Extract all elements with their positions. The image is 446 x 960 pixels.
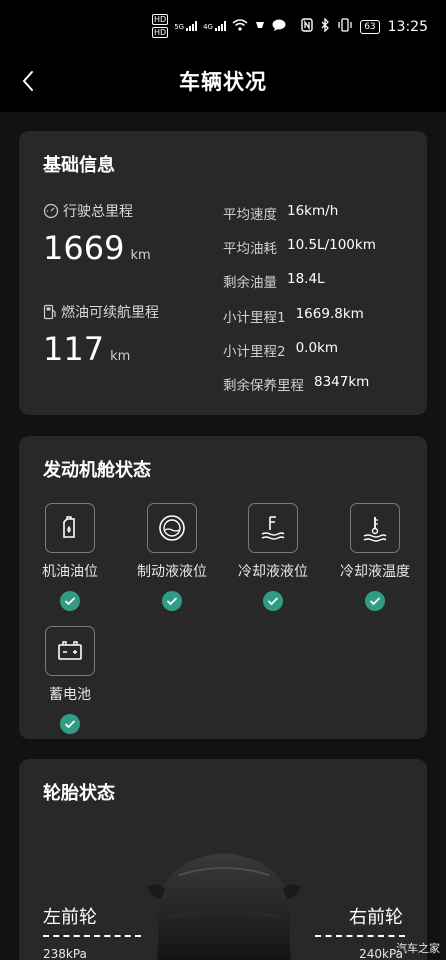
detail-key: 平均速度 bbox=[223, 207, 277, 223]
detail-row: 平均速度 16km/h bbox=[223, 203, 338, 223]
message-icon bbox=[272, 19, 286, 34]
section-title: 轮胎状态 bbox=[43, 783, 115, 804]
fuel-pump-icon bbox=[43, 304, 56, 320]
coolant-temperature-icon bbox=[350, 503, 400, 553]
engine-item-label: 机油油位 bbox=[42, 564, 98, 580]
detail-row: 小计里程1 1669.8km bbox=[223, 306, 364, 326]
detail-row: 剩余油量 18.4L bbox=[223, 271, 325, 291]
fuel-range-value: 117 km bbox=[43, 330, 130, 368]
front-left-tire-pressure: 238kPa bbox=[43, 947, 87, 960]
detail-key: 平均油耗 bbox=[223, 241, 277, 257]
status-bar: HD HD 5G 4G 63 13:25 bbox=[0, 0, 446, 56]
tire-status-card: 轮胎状态 左前轮 238kPa 右前轮 240kPa bbox=[19, 759, 427, 960]
bluetooth-icon bbox=[321, 17, 330, 35]
check-icon bbox=[365, 591, 385, 611]
coolant-level-icon bbox=[248, 503, 298, 553]
hd-badge: HD bbox=[152, 14, 169, 25]
brake-fluid-icon bbox=[147, 503, 197, 553]
status-bar-left: HD HD 5G 4G bbox=[152, 14, 286, 38]
nfc-icon bbox=[301, 18, 313, 35]
total-mileage-unit: km bbox=[130, 248, 151, 263]
front-left-tire-label: 左前轮 bbox=[43, 907, 97, 928]
fuel-range-label: 燃油可续航里程 bbox=[43, 302, 159, 322]
odometer-icon bbox=[43, 203, 59, 219]
engine-bay-card: 发动机舱状态 机油油位 制动液液位 冷却液液位 冷却液温度 蓄电池 bbox=[19, 436, 427, 739]
wifi-icon bbox=[232, 18, 248, 34]
detail-key: 剩余保养里程 bbox=[223, 378, 304, 394]
total-mileage-label-text: 行驶总里程 bbox=[63, 204, 133, 220]
engine-item-brake-fluid[interactable]: 制动液液位 bbox=[122, 503, 222, 611]
network-type-label: 4G bbox=[203, 23, 213, 31]
total-mileage-number: 1669 bbox=[43, 229, 125, 267]
network-type-label: 5G bbox=[174, 23, 185, 31]
engine-item-label: 蓄电池 bbox=[49, 687, 91, 703]
section-title: 基础信息 bbox=[43, 155, 115, 176]
front-right-tire-label: 右前轮 bbox=[349, 907, 403, 928]
engine-item-coolant-temp[interactable]: 冷却液温度 bbox=[325, 503, 425, 611]
battery-indicator: 63 bbox=[360, 19, 380, 34]
signal-icon: 5G bbox=[174, 21, 198, 31]
battery-icon bbox=[45, 626, 95, 676]
fuel-range-unit: km bbox=[110, 349, 131, 364]
engine-item-coolant-level[interactable]: 冷却液液位 bbox=[223, 503, 323, 611]
section-title: 发动机舱状态 bbox=[43, 460, 151, 481]
clock: 13:25 bbox=[387, 18, 428, 35]
signal-icon: 4G bbox=[203, 21, 226, 31]
detail-value: 0.0km bbox=[295, 340, 339, 356]
detail-row: 剩余保养里程 8347km bbox=[223, 374, 369, 394]
watermark: 汽车之家 bbox=[396, 942, 440, 955]
engine-item-battery[interactable]: 蓄电池 bbox=[20, 626, 120, 734]
basic-info-card: 基础信息 行驶总里程 1669 km 燃油可续航里程 117 km 平均速度 16k… bbox=[19, 131, 427, 415]
engine-item-label: 冷却液温度 bbox=[340, 564, 410, 580]
check-icon bbox=[162, 591, 182, 611]
engine-item-label: 冷却液液位 bbox=[238, 564, 308, 580]
app-notification-icon bbox=[254, 19, 266, 34]
detail-value: 10.5L/100km bbox=[287, 237, 376, 253]
detail-row: 平均油耗 10.5L/100km bbox=[223, 237, 376, 257]
vibrate-icon bbox=[338, 18, 352, 35]
front-right-guide-line bbox=[315, 935, 405, 937]
detail-key: 小计里程1 bbox=[223, 310, 286, 326]
total-mileage-label: 行驶总里程 bbox=[43, 201, 133, 221]
oil-level-icon bbox=[45, 503, 95, 553]
page-title: 车辆状况 bbox=[179, 70, 267, 94]
vehicle-status-page: HD HD 5G 4G 63 13:25 车辆状况 基础信息 行驶总里程 166… bbox=[0, 0, 446, 960]
detail-value: 8347km bbox=[314, 374, 370, 390]
detail-row: 小计里程2 0.0km bbox=[223, 340, 338, 360]
title-bar: 车辆状况 bbox=[0, 56, 446, 112]
detail-value: 16km/h bbox=[287, 203, 339, 219]
detail-value: 18.4L bbox=[287, 271, 325, 287]
detail-value: 1669.8km bbox=[295, 306, 364, 322]
detail-key: 小计里程2 bbox=[223, 344, 286, 360]
fuel-range-number: 117 bbox=[43, 330, 105, 368]
front-left-guide-line bbox=[43, 935, 141, 937]
engine-item-oil[interactable]: 机油油位 bbox=[20, 503, 120, 611]
check-icon bbox=[60, 714, 80, 734]
engine-item-label: 制动液液位 bbox=[137, 564, 207, 580]
detail-key: 剩余油量 bbox=[223, 275, 277, 291]
check-icon bbox=[60, 591, 80, 611]
status-bar-right: 63 13:25 bbox=[301, 17, 428, 35]
check-icon bbox=[263, 591, 283, 611]
car-top-view-image bbox=[147, 853, 301, 960]
hd-badge: HD bbox=[152, 27, 169, 38]
fuel-range-label-text: 燃油可续航里程 bbox=[61, 305, 159, 321]
total-mileage-value: 1669 km bbox=[43, 229, 151, 267]
